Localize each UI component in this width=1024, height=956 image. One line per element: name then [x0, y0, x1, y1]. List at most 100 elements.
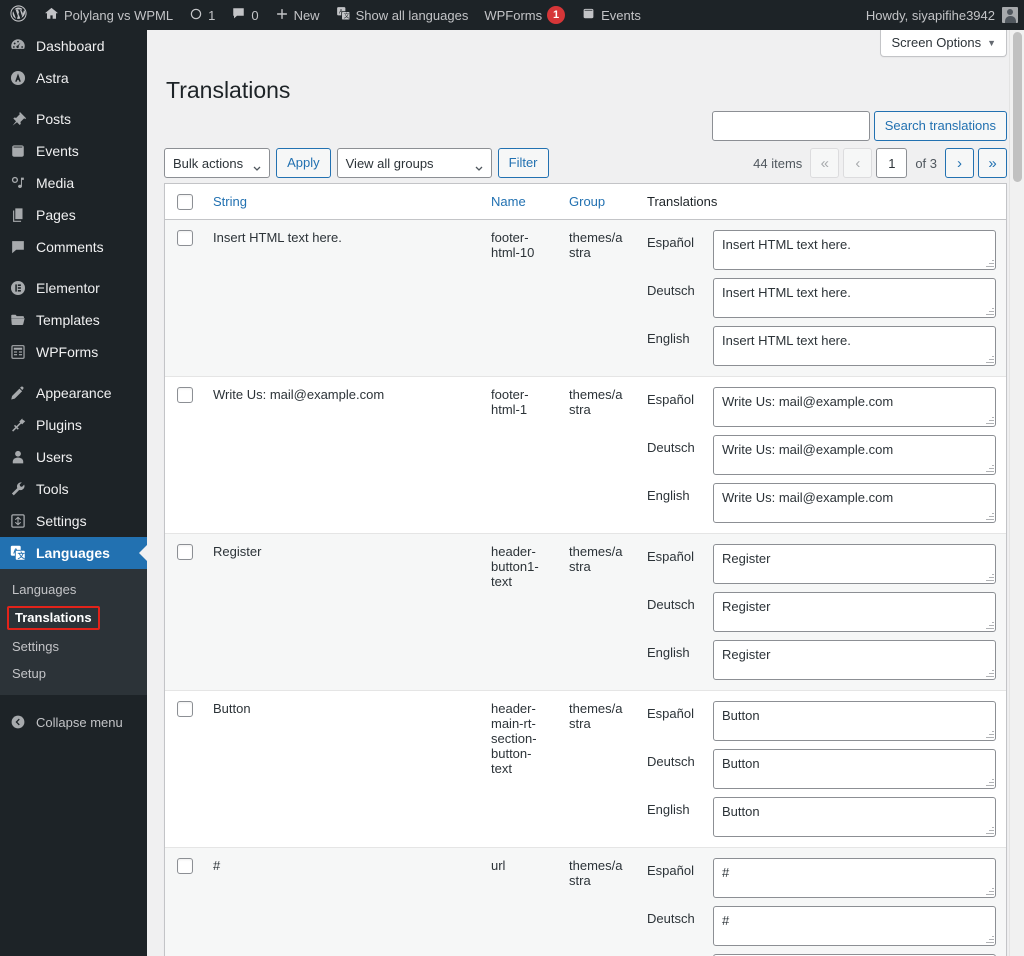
sidebar-item-label: Users — [36, 449, 73, 466]
collapse-menu-button[interactable]: Collapse menu — [0, 705, 147, 739]
submenu-item-setup[interactable]: Setup — [0, 660, 147, 687]
translation-list: Español Deutsch — [647, 701, 996, 837]
row-checkbox[interactable] — [177, 230, 193, 246]
translation-textarea[interactable] — [713, 483, 996, 523]
table-row: Write Us: mail@example.com footer-html-1… — [165, 376, 1006, 533]
sidebar-item-wpforms[interactable]: WPForms — [0, 336, 147, 368]
languages-icon: A 文 — [0, 544, 36, 562]
translation-language-label: Español — [647, 858, 713, 878]
group-filter-select[interactable]: View all groups — [337, 148, 492, 178]
screen-options-button[interactable]: Screen Options ▼ — [880, 30, 1007, 57]
users-icon — [0, 448, 36, 466]
home-icon — [44, 6, 59, 24]
sidebar-item-astra[interactable]: Astra — [0, 62, 147, 94]
filter-button[interactable]: Filter — [498, 148, 549, 178]
languages-submenu: Languages Translations Settings Setup — [0, 569, 147, 695]
tools-icon — [0, 480, 36, 498]
table-row: Button header-main-rt-section-button-tex… — [165, 690, 1006, 847]
sidebar-item-comments[interactable]: Comments — [0, 231, 147, 263]
bulk-actions-label: Bulk actions — [173, 156, 243, 171]
search-translations-button[interactable]: Search translations — [874, 111, 1007, 141]
translation-field-wrapper — [713, 797, 996, 837]
sidebar-item-pages[interactable]: Pages — [0, 199, 147, 231]
current-page-input[interactable]: 1 — [876, 148, 907, 178]
sidebar-item-elementor[interactable]: Elementor — [0, 272, 147, 304]
translation-textarea[interactable] — [713, 906, 996, 946]
translation-textarea[interactable] — [713, 544, 996, 584]
translation-textarea[interactable] — [713, 387, 996, 427]
show-all-languages-menu[interactable]: A 文 Show all languages — [328, 0, 477, 30]
pagination: 44 items « ‹ 1 of 3 › » — [753, 148, 1007, 178]
page-scrollbar[interactable] — [1009, 30, 1024, 956]
translations-table: String Name Group Translations In — [165, 184, 1006, 956]
translation-textarea[interactable] — [713, 592, 996, 632]
next-page-button[interactable]: › — [945, 148, 974, 178]
wordpress-logo-button[interactable] — [0, 0, 36, 30]
submenu-item-settings[interactable]: Settings — [0, 633, 147, 660]
events-icon — [581, 6, 596, 24]
last-page-button[interactable]: » — [978, 148, 1007, 178]
sort-group-link[interactable]: Group — [569, 194, 605, 209]
submenu-item-label: Translations — [15, 610, 92, 625]
row-checkbox[interactable] — [177, 858, 193, 874]
translation-textarea[interactable] — [713, 749, 996, 789]
comments-menu[interactable]: 0 — [223, 0, 266, 30]
avatar — [1002, 7, 1018, 23]
events-menu[interactable]: Events — [573, 0, 649, 30]
apply-button[interactable]: Apply — [276, 148, 331, 178]
submenu-item-translations[interactable]: Translations — [7, 606, 100, 630]
translation-textarea[interactable] — [713, 435, 996, 475]
row-checkbox[interactable] — [177, 544, 193, 560]
row-name: footer-html-10 — [481, 219, 559, 376]
translation-field-wrapper — [713, 326, 996, 366]
bulk-actions-select[interactable]: Bulk actions — [164, 148, 270, 178]
chevron-down-icon: ▼ — [987, 38, 996, 48]
translation-textarea[interactable] — [713, 797, 996, 837]
sidebar-item-settings[interactable]: Settings — [0, 505, 147, 537]
column-header-translations: Translations — [637, 184, 1006, 219]
new-content-menu[interactable]: New — [267, 0, 328, 30]
translation-field-wrapper — [713, 592, 996, 632]
translation-textarea[interactable] — [713, 230, 996, 270]
sort-name-link[interactable]: Name — [491, 194, 526, 209]
row-checkbox[interactable] — [177, 387, 193, 403]
sidebar-item-appearance[interactable]: Appearance — [0, 377, 147, 409]
sidebar-item-posts[interactable]: Posts — [0, 103, 147, 135]
scrollbar-thumb[interactable] — [1013, 32, 1022, 182]
my-account-menu[interactable]: Howdy, siyapifihe3942 — [866, 7, 1024, 23]
translation-textarea[interactable] — [713, 701, 996, 741]
translation-field-wrapper — [713, 906, 996, 946]
prev-page-button[interactable]: ‹ — [843, 148, 872, 178]
sidebar-item-media[interactable]: Media — [0, 167, 147, 199]
sidebar-item-events[interactable]: Events — [0, 135, 147, 167]
translation-entry: English — [647, 640, 996, 680]
translation-textarea[interactable] — [713, 278, 996, 318]
wpforms-menu[interactable]: WPForms 1 — [476, 0, 573, 30]
row-string: Button — [203, 690, 481, 847]
wpforms-label: WPForms — [484, 8, 542, 23]
translation-entry: English — [647, 797, 996, 837]
sidebar-item-languages[interactable]: A 文 Languages — [0, 537, 147, 569]
comments-count: 0 — [251, 8, 258, 23]
select-all-checkbox[interactable] — [177, 194, 193, 210]
translation-list: Español Deutsch — [647, 230, 996, 366]
translation-textarea[interactable] — [713, 858, 996, 898]
sidebar-item-templates[interactable]: Templates — [0, 304, 147, 336]
search-input[interactable] — [712, 111, 870, 141]
submenu-item-languages[interactable]: Languages — [0, 576, 147, 603]
translation-textarea[interactable] — [713, 640, 996, 680]
row-checkbox[interactable] — [177, 701, 193, 717]
sidebar-item-dashboard[interactable]: Dashboard — [0, 30, 147, 62]
sidebar-item-tools[interactable]: Tools — [0, 473, 147, 505]
translation-entry: Español — [647, 230, 996, 270]
site-name-menu[interactable]: Polylang vs WPML — [36, 0, 181, 30]
site-name-label: Polylang vs WPML — [64, 8, 173, 23]
screen-options-label: Screen Options — [891, 35, 981, 50]
translation-textarea[interactable] — [713, 326, 996, 366]
translation-entry: Deutsch — [647, 749, 996, 789]
sidebar-item-plugins[interactable]: Plugins — [0, 409, 147, 441]
first-page-button[interactable]: « — [810, 148, 839, 178]
updates-menu[interactable]: 1 — [181, 0, 223, 30]
sort-string-link[interactable]: String — [213, 194, 247, 209]
sidebar-item-users[interactable]: Users — [0, 441, 147, 473]
